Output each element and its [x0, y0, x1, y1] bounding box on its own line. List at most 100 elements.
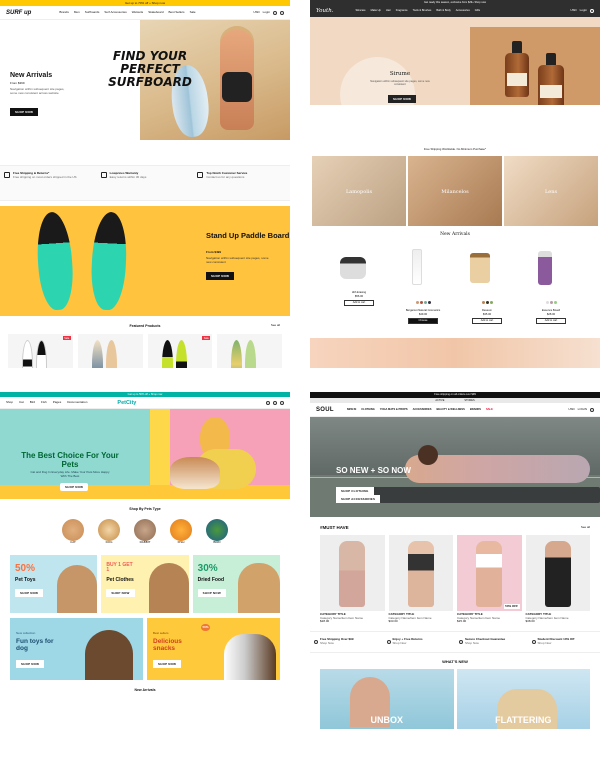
choose-options-button[interactable]: Choose [408, 317, 438, 324]
product-card[interactable]: 50% OFF CATEGORY TITLE Category Name/ite… [457, 535, 522, 624]
add-to-cart-button[interactable]: Add to cart [344, 299, 374, 306]
feature-desc[interactable]: Shop Now [538, 641, 575, 646]
pet-type-item[interactable]: FISH [170, 519, 192, 545]
swatch[interactable] [485, 301, 489, 305]
category-tile[interactable]: Milancelos [408, 156, 502, 227]
youth-shop-now-button[interactable]: SHOP NOW [388, 95, 417, 103]
youth-nav-item[interactable]: Accessories [456, 9, 470, 12]
promo-shop-button[interactable]: SHOP NOW [197, 588, 226, 597]
shop-clothing-button[interactable]: SHOP CLOTHING [336, 487, 374, 495]
promo-shop-button[interactable]: SHOP NOW [153, 659, 182, 668]
promo-tile[interactable]: BUY 1 GET 1 Pet Clothes SHOP NOW [101, 554, 189, 613]
add-to-cart-button[interactable]: Add to cart [536, 317, 566, 324]
currency-selector[interactable]: USD [570, 9, 576, 13]
feature-desc[interactable]: Shop Now [320, 641, 354, 646]
product-card[interactable] [217, 334, 282, 368]
search-icon[interactable] [266, 400, 270, 405]
soul-nav-item[interactable]: BEAUTY & WELLNESS [437, 408, 465, 411]
see-all-link[interactable]: See all [271, 323, 280, 328]
feature-desc[interactable]: Shop Now [393, 641, 423, 646]
product-card[interactable]: Bergamot Natural Cosmetics $49.00 Choose [394, 243, 452, 324]
pet-nav-item[interactable]: Pages [53, 400, 62, 405]
add-to-cart-button[interactable]: Add to cart [472, 317, 502, 324]
user-icon[interactable] [273, 400, 277, 405]
soul-nav-item-sale[interactable]: SALE [486, 408, 493, 411]
product-card[interactable]: Essence Board $28.00 Add to cart [522, 243, 580, 324]
product-card[interactable]: CATEGORY TITLE Category Name/item Item N… [388, 535, 453, 624]
promo-tile[interactable]: 50% Pet Toys SHOP NOW [10, 554, 98, 613]
see-all-link[interactable]: See all [581, 525, 590, 530]
soul-nav-item[interactable]: ACCESSORIES [413, 408, 432, 411]
youth-logo[interactable]: Youth. [316, 8, 334, 14]
pet-nav-item[interactable]: Fish [41, 400, 47, 405]
soul-nav-item[interactable]: BRANDS [470, 408, 481, 411]
currency-selector[interactable]: USD [253, 10, 259, 15]
swatch[interactable] [553, 301, 557, 305]
pet-nav-item[interactable]: Documentation [67, 400, 87, 405]
surf-nav-item[interactable]: Skateboard [148, 10, 163, 15]
youth-nav-item[interactable]: Skincare [356, 9, 366, 12]
pet-nav-item[interactable]: Bird [30, 400, 35, 405]
surf-nav-item[interactable]: Surfboards [85, 10, 100, 15]
surf-nav-item[interactable]: Best Sellers [169, 10, 185, 15]
promo-tile[interactable]: Best sellers Delicious snacks SHOP NOW 5… [147, 617, 280, 680]
pet-nav-item[interactable]: Cat [19, 400, 24, 405]
surf-shop-now-button[interactable]: SHOP NOW [10, 108, 39, 116]
swatch[interactable] [549, 301, 553, 305]
swatch[interactable] [489, 301, 493, 305]
login-link[interactable]: Login [580, 9, 587, 13]
swatch[interactable] [545, 301, 549, 305]
promo-shop-button[interactable]: SHOP NOW [15, 588, 44, 597]
currency-selector[interactable]: USD [568, 407, 574, 412]
swatch[interactable] [415, 301, 419, 305]
shop-accessories-button[interactable]: SHOP ACCESSORIES [336, 495, 381, 503]
login-link[interactable]: LOGIN [578, 407, 587, 412]
pet-nav-item[interactable]: Shop [6, 400, 13, 405]
login-link[interactable]: Login [263, 10, 270, 15]
surf-nav-item[interactable]: Sale [190, 10, 196, 15]
cart-icon[interactable] [280, 10, 284, 15]
category-tile[interactable]: Lens [504, 156, 598, 227]
subbar-link[interactable]: STORES [464, 398, 474, 403]
youth-nav-item[interactable]: Fragrance [396, 9, 408, 12]
product-card[interactable]: Sale [8, 334, 73, 368]
surf-logo[interactable]: SURF up [6, 10, 31, 16]
soul-logo[interactable]: SOUL [316, 407, 334, 413]
swatch[interactable] [481, 301, 485, 305]
pet-shop-now-button[interactable]: SHOP NOW [60, 483, 89, 491]
swatch[interactable] [427, 301, 431, 305]
pet-type-item[interactable]: DOG [98, 519, 120, 545]
pet-type-item[interactable]: RABBIT [134, 519, 156, 545]
promo-shop-button[interactable]: SHOP NOW [106, 588, 135, 597]
product-card[interactable]: Deseum $35.00 Add to cart [458, 243, 516, 324]
product-card[interactable]: dtth Erasing $56.00 Add to cart [330, 243, 388, 323]
soul-nav-item[interactable]: CLOTHING [361, 408, 375, 411]
product-card[interactable]: CATEGORY TITLE Category Name/item Item N… [320, 535, 385, 624]
youth-nav-item[interactable]: Hair [386, 9, 391, 12]
soul-nav-item[interactable]: NEW IN [347, 408, 356, 411]
cart-icon[interactable] [590, 9, 594, 13]
surf-nav-item[interactable]: Wetsuits [132, 10, 143, 15]
paddle-board-shop-button[interactable]: SHOP NOW [206, 272, 235, 280]
youth-nav-item[interactable]: Tools & Brushes [413, 9, 432, 12]
surf-nav-item[interactable]: Brands [59, 10, 69, 15]
youth-nav-item[interactable]: Gifts [475, 9, 480, 12]
pet-logo[interactable]: PetCity [117, 400, 136, 406]
youth-nav-item[interactable]: Make Up [371, 9, 381, 12]
cart-icon[interactable] [590, 407, 594, 412]
whats-new-tile[interactable]: UNBOX [320, 668, 454, 729]
pet-type-item[interactable]: BIRD [206, 519, 228, 545]
swatch[interactable] [419, 301, 423, 305]
feature-desc[interactable]: Shop Now [465, 641, 505, 646]
pet-type-item[interactable]: CAT [62, 519, 84, 545]
product-card[interactable]: Sale [147, 334, 213, 368]
subbar-link[interactable]: ACTIVE [435, 398, 444, 403]
promo-shop-button[interactable]: SHOP NOW [16, 659, 45, 668]
swatch[interactable] [423, 301, 427, 305]
youth-nav-item[interactable]: Bath & Body [436, 9, 450, 12]
surf-nav-item[interactable]: Men [74, 10, 80, 15]
cart-icon[interactable] [280, 400, 284, 405]
category-tile[interactable]: Lamopolis [312, 156, 406, 227]
product-card[interactable]: CATEGORY TITLE Category Name/item Item N… [525, 535, 590, 624]
soul-nav-item[interactable]: YOGA MATS & PROPS [380, 408, 408, 411]
